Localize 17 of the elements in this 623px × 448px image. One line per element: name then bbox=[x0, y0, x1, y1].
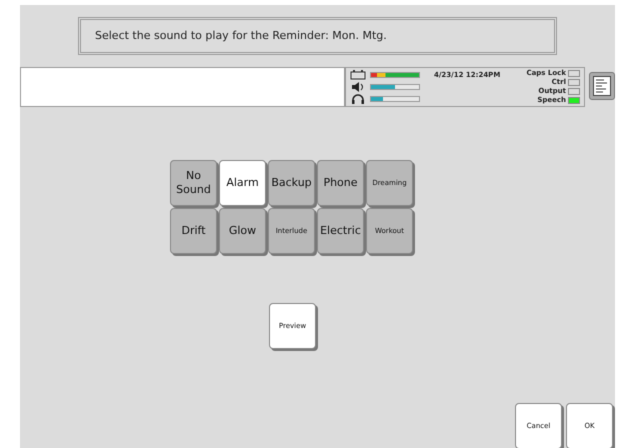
menu-button[interactable] bbox=[589, 72, 615, 100]
battery-icon bbox=[350, 70, 366, 80]
level-meter bbox=[370, 84, 420, 90]
level-meter bbox=[370, 72, 420, 78]
sound-button[interactable]: Glow bbox=[219, 208, 266, 254]
sound-button[interactable]: No Sound bbox=[170, 160, 217, 206]
sound-button[interactable]: Backup bbox=[268, 160, 315, 206]
text-field[interactable] bbox=[20, 67, 345, 107]
sound-button[interactable]: Electric bbox=[317, 208, 364, 254]
sound-button[interactable]: Drift bbox=[170, 208, 217, 254]
document-icon bbox=[593, 76, 611, 96]
level-meter bbox=[370, 96, 420, 102]
speaker-icon bbox=[350, 82, 366, 92]
sound-button[interactable]: Alarm bbox=[219, 160, 266, 206]
prompt-text: Select the sound to play for the Reminder: Mon. Mtg. bbox=[95, 28, 387, 44]
headphones-icon bbox=[350, 94, 366, 104]
sound-button[interactable]: Phone bbox=[317, 160, 364, 206]
